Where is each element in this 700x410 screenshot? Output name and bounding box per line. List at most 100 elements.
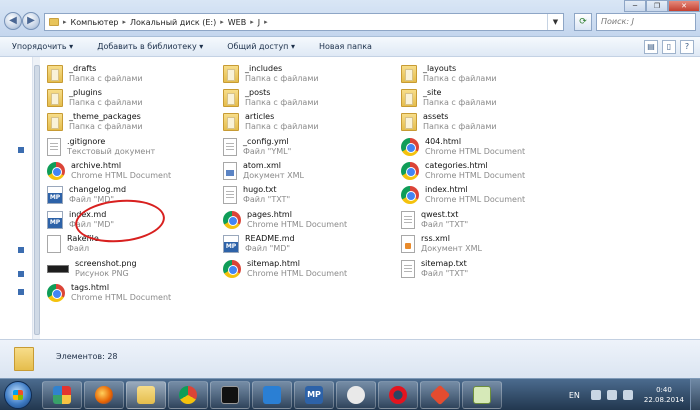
taskbar-tiles-app[interactable] — [42, 381, 82, 409]
nav-item-icon[interactable] — [18, 289, 24, 295]
list-item[interactable]: atom.xml Документ XML — [223, 159, 393, 183]
breadcrumb-drive[interactable]: Локальный диск (E:) — [130, 18, 216, 27]
minimize-button[interactable]: ─ — [624, 0, 646, 12]
view-options-icon[interactable]: ▤ — [644, 40, 658, 54]
back-button[interactable]: ◀ — [4, 12, 22, 30]
chrome-icon — [179, 386, 197, 404]
flag-icon[interactable] — [606, 390, 617, 400]
list-item[interactable]: index.html Chrome HTML Document — [401, 183, 571, 207]
taskbar-maxthon[interactable] — [252, 381, 292, 409]
chevron-down-icon[interactable]: ▼ — [547, 14, 563, 30]
nav-item-icon[interactable] — [18, 147, 24, 153]
navigation-pane[interactable] — [0, 57, 40, 339]
file-type: Папка с файлами — [423, 122, 497, 131]
blank-file-icon — [47, 235, 61, 253]
taskbar-git[interactable] — [420, 381, 460, 409]
chrome-icon — [401, 138, 419, 156]
list-item[interactable]: rss.xml Документ XML — [401, 232, 571, 256]
search-input[interactable]: Поиск: J — [596, 13, 696, 31]
file-name: changelog.md — [69, 185, 127, 194]
list-item[interactable]: categories.html Chrome HTML Document — [401, 159, 571, 183]
file-name: _theme_packages — [69, 112, 141, 121]
list-item[interactable]: _drafts Папка с файлами — [47, 62, 217, 86]
close-button[interactable]: ✕ — [668, 0, 700, 12]
text-document-icon — [401, 211, 415, 229]
file-type: Файл — [67, 244, 90, 253]
command-toolbar: Упорядочить ▾ Добавить в библиотеку ▾ Об… — [0, 37, 700, 57]
nav-item-icon[interactable] — [18, 247, 24, 253]
list-item[interactable]: hugo.txt Файл "TXT" — [223, 183, 393, 207]
forward-button[interactable]: ▶ — [22, 12, 40, 30]
file-name: README.md — [245, 234, 295, 243]
list-item[interactable]: qwest.txt Файл "TXT" — [401, 208, 571, 232]
list-item[interactable]: screenshot.png Рисунок PNG — [47, 257, 217, 281]
file-type: Папка с файлами — [69, 122, 143, 131]
breadcrumb-computer[interactable]: Компьютер — [71, 18, 119, 27]
address-bar[interactable]: ▸ Компьютер ▸ Локальный диск (E:) ▸ WEB … — [44, 13, 564, 31]
list-item[interactable]: assets Папка с файлами — [401, 110, 571, 134]
file-type: Chrome HTML Document — [247, 220, 348, 229]
scrollbar-thumb[interactable] — [34, 65, 40, 335]
list-item[interactable]: README.mdФайл "MD" — [223, 232, 393, 256]
network-icon[interactable] — [590, 390, 601, 400]
file-type: Документ XML — [243, 171, 304, 180]
list-item[interactable]: _includes Папка с файлами — [223, 62, 393, 86]
taskbar-chrome[interactable] — [168, 381, 208, 409]
png-image-icon — [47, 265, 69, 273]
breadcrumb-web[interactable]: WEB — [228, 18, 246, 27]
maximize-button[interactable]: ❐ — [646, 0, 668, 12]
share-button[interactable]: Общий доступ ▾ — [215, 42, 307, 51]
help-icon[interactable]: ? — [680, 40, 694, 54]
folder-icon — [401, 89, 417, 107]
start-button[interactable] — [4, 381, 32, 409]
list-item[interactable]: articles Папка с файлами — [223, 110, 393, 134]
file-type: Chrome HTML Document — [247, 269, 348, 278]
chrome-icon — [401, 186, 419, 204]
list-item[interactable]: archive.html Chrome HTML Document — [47, 159, 217, 183]
language-indicator[interactable]: EN — [569, 391, 580, 400]
show-desktop-button[interactable] — [690, 379, 700, 410]
list-item[interactable]: _plugins Папка с файлами — [47, 86, 217, 110]
nav-scrollbar[interactable] — [32, 57, 40, 339]
breadcrumb-j[interactable]: J — [258, 18, 260, 27]
item-count: Элементов: 28 — [56, 352, 118, 361]
nav-item-icon[interactable] — [18, 271, 24, 277]
folder-icon — [223, 65, 239, 83]
clock[interactable]: 0:40 22.08.2014 — [644, 385, 684, 405]
preview-pane-icon[interactable]: ▯ — [662, 40, 676, 54]
list-item[interactable]: .gitignore Текстовый документ — [47, 135, 217, 159]
list-item[interactable]: sitemap.txt Файл "TXT" — [401, 257, 571, 281]
file-type: Папка с файлами — [69, 98, 143, 107]
chrome-icon — [47, 284, 65, 302]
list-item[interactable]: tags.html Chrome HTML Document — [47, 281, 217, 305]
taskbar-explorer[interactable] — [126, 381, 166, 409]
list-item[interactable]: pages.html Chrome HTML Document — [223, 208, 393, 232]
file-type: Рисунок PNG — [75, 269, 129, 278]
list-item[interactable]: 404.html Chrome HTML Document — [401, 135, 571, 159]
text-document-icon — [223, 186, 237, 204]
file-type: Папка с файлами — [69, 74, 143, 83]
volume-icon[interactable] — [622, 390, 633, 400]
new-folder-button[interactable]: Новая папка — [307, 42, 384, 51]
folder-icon — [401, 113, 417, 131]
file-name: screenshot.png — [75, 259, 137, 268]
taskbar-firefox[interactable] — [84, 381, 124, 409]
list-item[interactable]: sitemap.html Chrome HTML Document — [223, 257, 393, 281]
taskbar-markdownpad[interactable]: MP — [294, 381, 334, 409]
add-to-library-button[interactable]: Добавить в библиотеку ▾ — [85, 42, 215, 51]
text-document-icon — [223, 138, 237, 156]
list-item[interactable]: _posts Папка с файлами — [223, 86, 393, 110]
markdown-file-icon — [223, 235, 239, 253]
file-type: Папка с файлами — [245, 74, 319, 83]
list-item[interactable]: _site Папка с файлами — [401, 86, 571, 110]
taskbar-miranda[interactable] — [336, 381, 376, 409]
list-item[interactable]: _layouts Папка с файлами — [401, 62, 571, 86]
refresh-button[interactable]: ⟳ — [574, 13, 592, 31]
system-tray: EN 0:40 22.08.2014 — [569, 379, 700, 410]
taskbar-opera[interactable] — [378, 381, 418, 409]
taskbar-notepad[interactable] — [462, 381, 502, 409]
list-item[interactable]: _config.yml Файл "YML" — [223, 135, 393, 159]
list-item[interactable]: _theme_packages Папка с файлами — [47, 110, 217, 134]
organize-button[interactable]: Упорядочить ▾ — [0, 42, 85, 51]
taskbar-cmd[interactable] — [210, 381, 250, 409]
